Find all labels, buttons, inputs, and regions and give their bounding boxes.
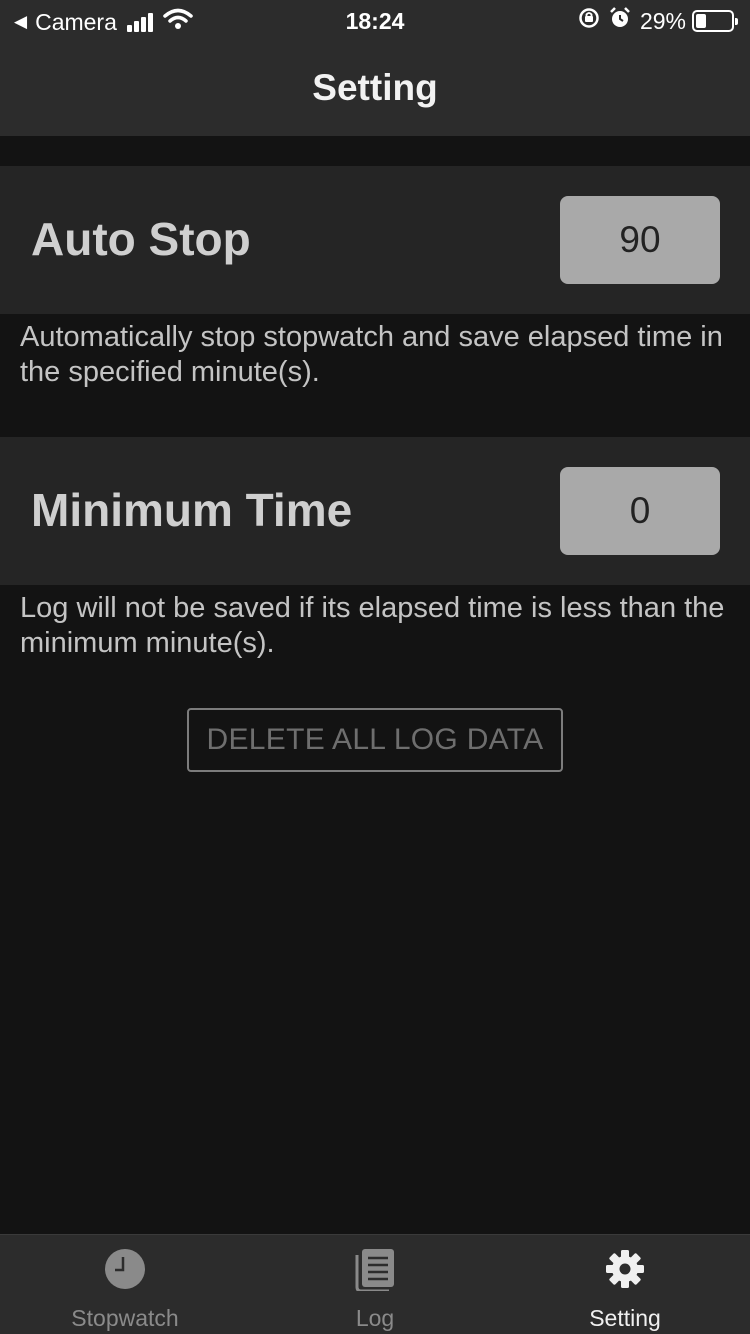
minimum-time-input[interactable]: 0: [560, 467, 720, 555]
auto-stop-input[interactable]: 90: [560, 196, 720, 284]
gear-icon: [606, 1250, 644, 1288]
nav-bar: Setting: [0, 40, 750, 136]
tab-stopwatch[interactable]: Stopwatch: [0, 1235, 250, 1334]
tab-stopwatch-label: Stopwatch: [71, 1305, 179, 1331]
battery-percent: 29%: [639, 7, 686, 34]
log-list-icon: [355, 1249, 394, 1291]
auto-stop-row: Auto Stop 90: [0, 166, 750, 314]
tab-log[interactable]: Log: [250, 1235, 500, 1334]
tab-log-label: Log: [355, 1305, 395, 1331]
clock-icon: [105, 1249, 145, 1289]
minimum-time-label: Minimum Time: [31, 484, 353, 536]
battery-icon: [692, 10, 738, 32]
status-bar: ◀ Camera 18:24 29%: [0, 0, 750, 40]
delete-all-log-button[interactable]: DELETE ALL LOG DATA: [187, 708, 563, 772]
auto-stop-label: Auto Stop: [31, 213, 251, 265]
tab-bar: Stopwatch Log Setting: [0, 1234, 750, 1334]
status-bar-right: 29%: [578, 6, 738, 36]
tab-setting-label: Setting: [589, 1305, 661, 1331]
minimum-time-row: Minimum Time 0: [0, 437, 750, 585]
battery-fill: [696, 14, 706, 28]
alarm-icon: [608, 6, 632, 36]
auto-stop-description: Automatically stop stopwatch and save el…: [20, 321, 723, 388]
minimum-time-description: Log will not be saved if its elapsed tim…: [20, 592, 725, 659]
orientation-lock-icon: [578, 7, 600, 35]
page-title: Setting: [312, 67, 438, 108]
tab-setting[interactable]: Setting: [500, 1235, 750, 1334]
